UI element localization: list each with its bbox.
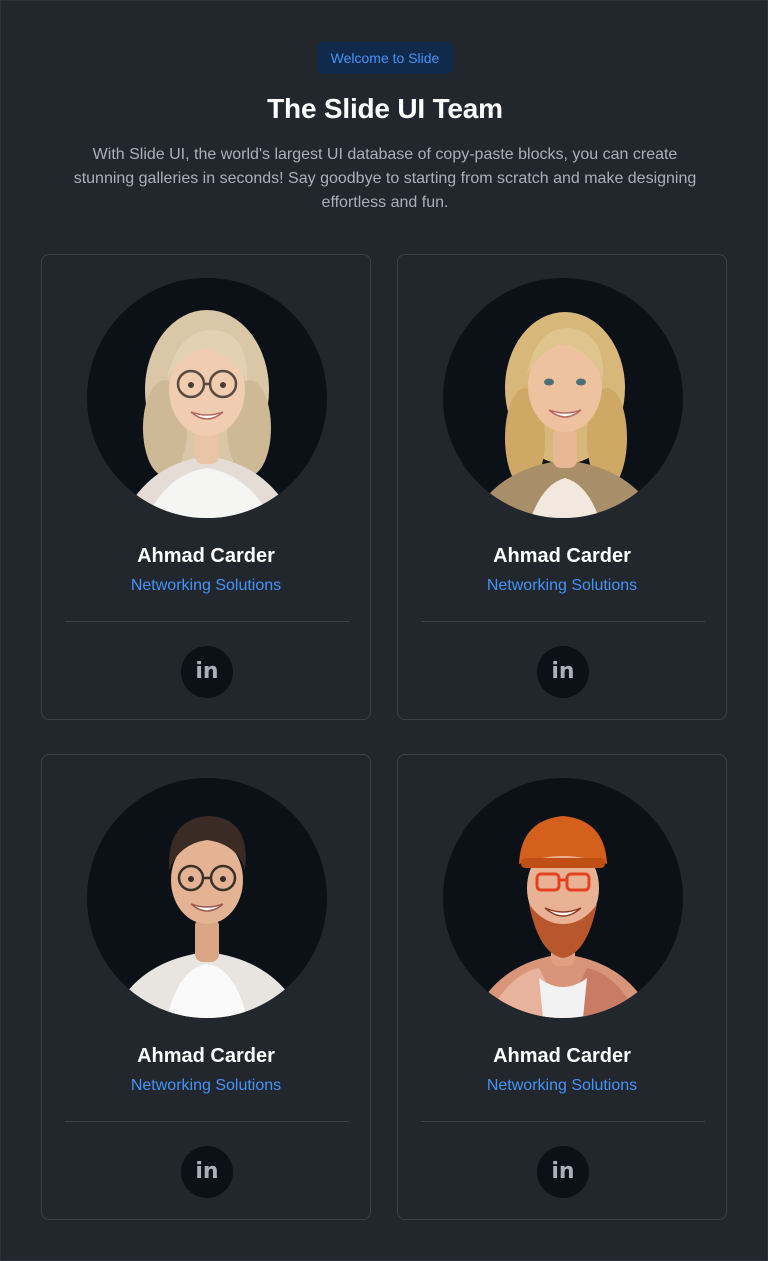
member-role: Networking Solutions — [486, 1077, 638, 1094]
member-role: Networking Solutions — [130, 1077, 282, 1094]
team-section: Welcome to Slide The Slide UI Team With … — [0, 0, 768, 1261]
divider — [421, 621, 705, 622]
divider — [65, 621, 349, 622]
linkedin-icon[interactable]: in — [181, 646, 233, 698]
member-name: Ahmad Carder — [137, 1045, 275, 1067]
avatar — [443, 778, 683, 1018]
avatar — [87, 778, 327, 1018]
page-title: The Slide UI Team — [267, 93, 503, 124]
member-name: Ahmad Carder — [137, 545, 275, 567]
avatar — [443, 278, 683, 518]
linkedin-icon[interactable]: in — [181, 1146, 233, 1198]
team-card: Ahmad Carder Networking Solutions in — [41, 254, 371, 720]
linkedin-icon[interactable]: in — [537, 1146, 589, 1198]
team-card: Ahmad Carder Networking Solutions in — [397, 254, 727, 720]
team-card: Ahmad Carder Networking Solutions in — [397, 754, 727, 1220]
welcome-badge: Welcome to Slide — [317, 42, 453, 74]
member-role: Networking Solutions — [130, 577, 282, 594]
linkedin-icon[interactable]: in — [537, 646, 589, 698]
divider — [65, 1121, 349, 1122]
member-role: Networking Solutions — [486, 577, 638, 594]
avatar — [87, 278, 327, 518]
member-name: Ahmad Carder — [493, 1045, 631, 1067]
team-card: Ahmad Carder Networking Solutions in — [41, 754, 371, 1220]
page-subtitle: With Slide UI, the world's largest UI da… — [73, 146, 697, 211]
member-name: Ahmad Carder — [493, 545, 631, 567]
divider — [421, 1121, 705, 1122]
